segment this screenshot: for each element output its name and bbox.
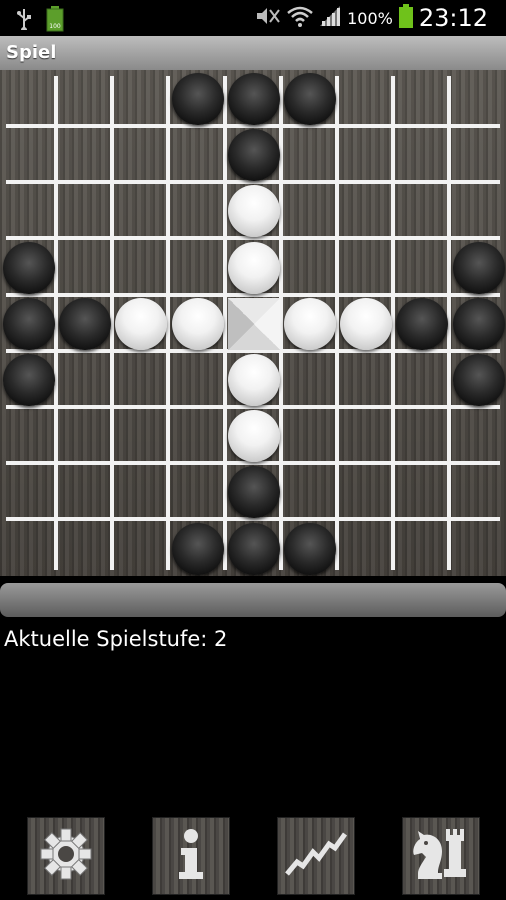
black-piece[interactable] — [3, 354, 55, 406]
progress-bar — [0, 583, 506, 617]
clock: 23:12 — [418, 4, 488, 32]
black-piece[interactable] — [227, 73, 280, 125]
black-piece[interactable] — [59, 297, 112, 350]
game-pieces-button[interactable] — [402, 817, 480, 895]
white-piece[interactable] — [227, 410, 280, 463]
black-piece[interactable] — [396, 297, 449, 350]
action-bar: Spiel — [0, 36, 506, 71]
black-piece[interactable] — [284, 522, 336, 575]
app-title: Spiel — [6, 42, 57, 63]
black-piece[interactable] — [452, 354, 505, 406]
status-bar: 100 100% 23:12 — [0, 0, 506, 36]
white-piece[interactable] — [227, 185, 280, 238]
white-piece[interactable] — [115, 297, 168, 350]
black-piece[interactable] — [227, 522, 280, 575]
black-piece[interactable] — [452, 297, 505, 350]
center-tile — [227, 297, 280, 350]
statistics-button[interactable] — [277, 817, 355, 895]
chart-line-icon — [283, 824, 349, 888]
usb-icon — [16, 8, 32, 34]
mute-icon — [255, 6, 281, 30]
info-button[interactable] — [152, 817, 230, 895]
battery-small-icon: 100 — [46, 6, 64, 36]
settings-button[interactable] — [27, 817, 105, 895]
battery-icon — [398, 4, 413, 32]
level-label: Aktuelle Spielstufe: 2 — [4, 627, 228, 651]
info-icon — [161, 824, 221, 888]
black-piece[interactable] — [452, 241, 505, 294]
game-board[interactable] — [0, 70, 506, 576]
black-piece[interactable] — [171, 522, 224, 575]
black-piece[interactable] — [171, 73, 224, 125]
signal-icon — [319, 5, 341, 31]
svg-text:100: 100 — [49, 23, 61, 30]
white-piece[interactable] — [171, 297, 224, 350]
white-piece[interactable] — [227, 354, 280, 406]
black-piece[interactable] — [227, 466, 280, 519]
black-piece[interactable] — [284, 73, 336, 125]
black-piece[interactable] — [227, 129, 280, 182]
battery-percent: 100% — [347, 8, 393, 28]
wifi-icon — [287, 5, 313, 31]
black-piece[interactable] — [3, 241, 55, 294]
chess-pieces-icon — [408, 821, 474, 891]
gear-icon — [36, 824, 96, 888]
black-piece[interactable] — [3, 297, 55, 350]
white-piece[interactable] — [227, 241, 280, 294]
white-piece[interactable] — [284, 297, 336, 350]
white-piece[interactable] — [340, 297, 393, 350]
